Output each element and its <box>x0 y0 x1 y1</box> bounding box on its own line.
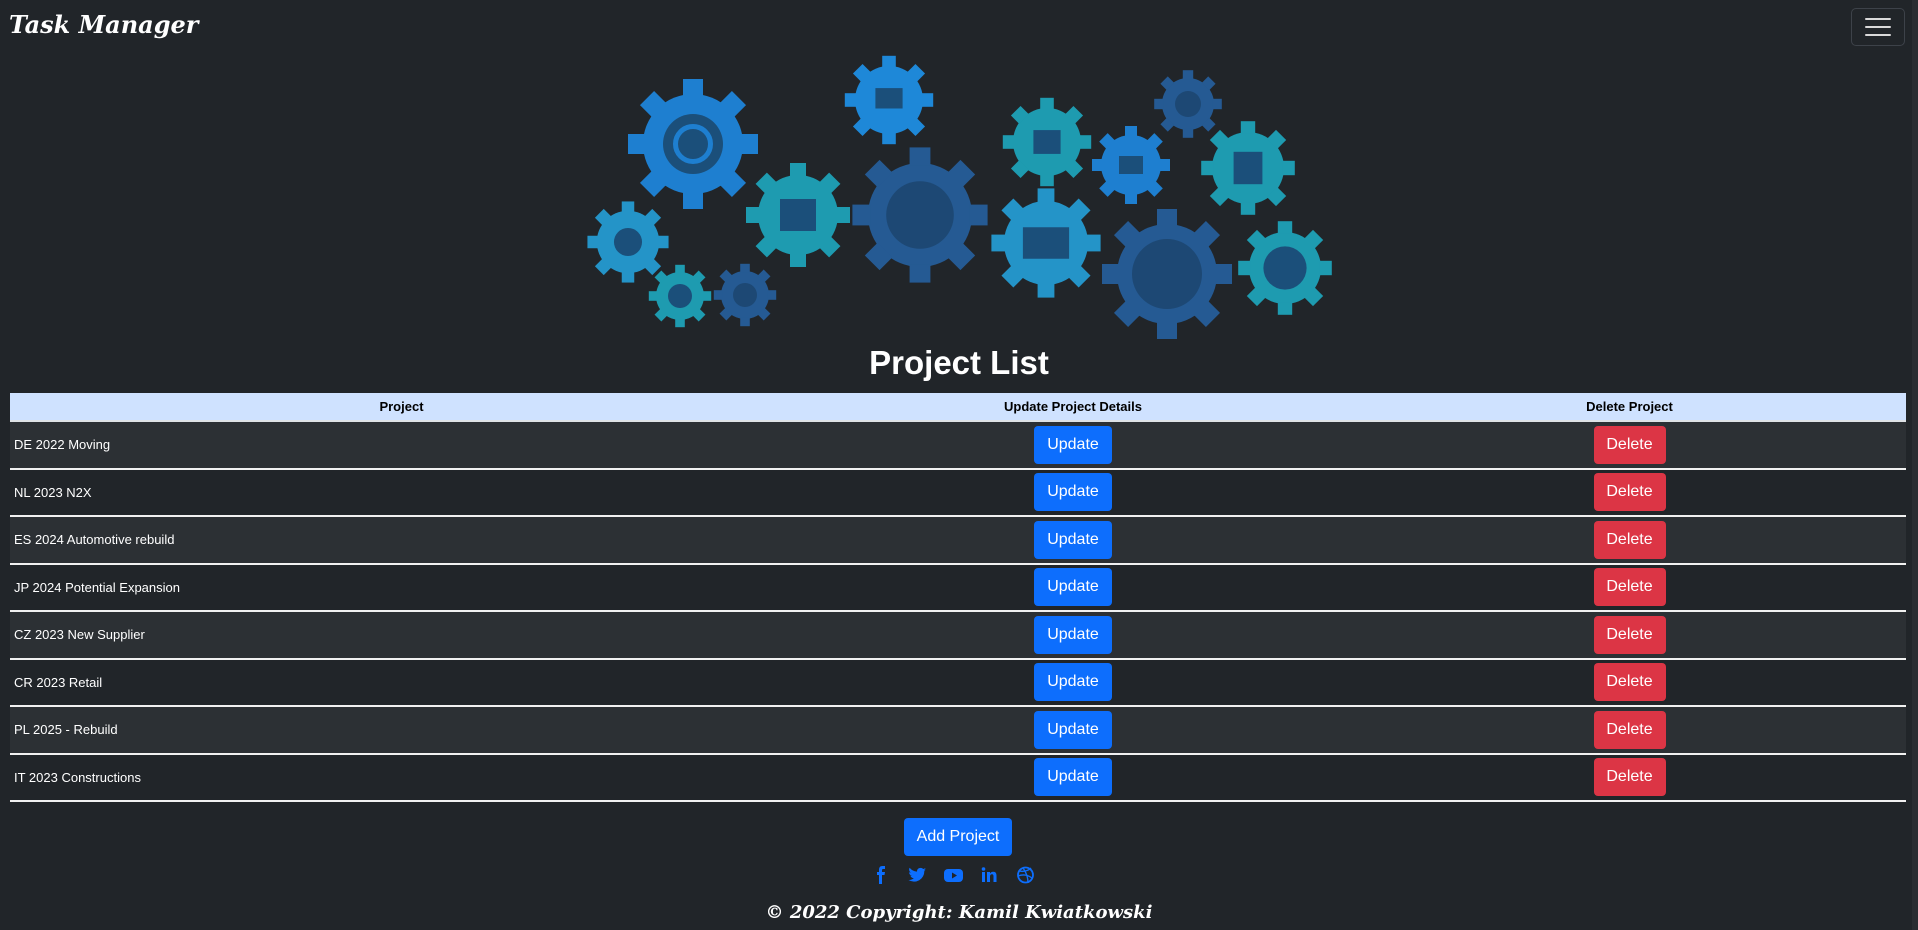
update-button[interactable]: Update <box>1034 710 1112 749</box>
projects-table: Project Update Project Details Delete Pr… <box>10 393 1906 802</box>
table-row: ES 2024 Automotive rebuild Update Delete <box>10 517 1906 565</box>
delete-button[interactable]: Delete <box>1593 568 1666 607</box>
gear-clipboard-icon <box>1201 121 1295 215</box>
gear-puzzle-icon <box>713 263 777 327</box>
project-name: JP 2024 Potential Expansion <box>14 579 180 595</box>
add-project-button[interactable]: Add Project <box>904 818 1012 856</box>
gear-team-icon <box>1102 209 1232 339</box>
delete-button[interactable]: Delete <box>1593 425 1666 464</box>
delete-button[interactable]: Delete <box>1593 663 1666 702</box>
header-project: Project <box>379 399 424 414</box>
header-delete: Delete Project <box>1586 399 1673 414</box>
table-row: IT 2023 Constructions Update Delete <box>10 754 1906 802</box>
gears-illustration <box>587 55 1332 339</box>
gear-gold-icon <box>1238 221 1332 315</box>
dribbble-icon[interactable] <box>1016 866 1035 884</box>
delete-button[interactable]: Delete <box>1593 758 1666 797</box>
update-button[interactable]: Update <box>1034 663 1112 702</box>
table-row: CZ 2023 New Supplier Update Delete <box>10 612 1906 660</box>
table-row: NL 2023 N2X Update Delete <box>10 469 1906 517</box>
menu-toggle-button[interactable] <box>1851 8 1905 46</box>
table-row: JP 2024 Potential Expansion Update Delet… <box>10 564 1906 612</box>
gear-store-icon <box>746 163 850 267</box>
gear-search-icon <box>648 264 712 328</box>
gear-bulb-icon <box>852 147 988 283</box>
project-name: ES 2024 Automotive rebuild <box>14 532 175 548</box>
youtube-icon[interactable] <box>944 866 963 884</box>
gear-target-icon <box>628 79 758 209</box>
table-row: CR 2023 Retail Update Delete <box>10 659 1906 707</box>
project-name: PL 2025 - Rebuild <box>14 722 118 738</box>
twitter-icon[interactable] <box>908 866 927 884</box>
table-row: DE 2022 Moving Update Delete <box>10 422 1906 470</box>
project-name: CZ 2023 New Supplier <box>14 627 145 643</box>
delete-button[interactable]: Delete <box>1593 473 1666 512</box>
brand-title[interactable]: Task Manager <box>9 10 198 39</box>
footer-copyright: © 2022 Copyright: Kamil Kwiatkowski <box>765 902 1153 923</box>
table-row: PL 2025 - Rebuild Update Delete <box>10 707 1906 755</box>
update-button[interactable]: Update <box>1034 425 1112 464</box>
facebook-icon[interactable] <box>872 866 891 884</box>
page-scrollbar[interactable] <box>1912 0 1918 930</box>
update-button[interactable]: Update <box>1034 758 1112 797</box>
update-button[interactable]: Update <box>1034 520 1112 559</box>
update-button[interactable]: Update <box>1034 568 1112 607</box>
page-title: Project List <box>869 344 1049 381</box>
delete-button[interactable]: Delete <box>1593 710 1666 749</box>
linkedin-icon[interactable] <box>980 866 999 884</box>
header-update: Update Project Details <box>1004 399 1142 414</box>
gear-barchart-icon <box>1154 70 1222 138</box>
gear-calendar-icon <box>1002 97 1092 187</box>
gear-chart-icon <box>844 55 934 145</box>
social-links <box>872 866 1035 884</box>
update-button[interactable]: Update <box>1034 615 1112 654</box>
gear-pie-icon <box>587 201 669 283</box>
project-name: IT 2023 Constructions <box>14 769 141 785</box>
delete-button[interactable]: Delete <box>1593 520 1666 559</box>
project-name: DE 2022 Moving <box>14 437 111 453</box>
delete-button[interactable]: Delete <box>1593 615 1666 654</box>
navbar: Task Manager <box>0 0 1918 52</box>
project-name: NL 2023 N2X <box>14 484 92 500</box>
gear-briefcase-icon <box>1092 126 1170 204</box>
project-name: CR 2023 Retail <box>14 674 103 690</box>
gear-card-icon <box>991 188 1101 298</box>
hamburger-icon <box>1865 18 1891 20</box>
update-button[interactable]: Update <box>1034 473 1112 512</box>
table-header: Project Update Project Details Delete Pr… <box>10 393 1906 422</box>
